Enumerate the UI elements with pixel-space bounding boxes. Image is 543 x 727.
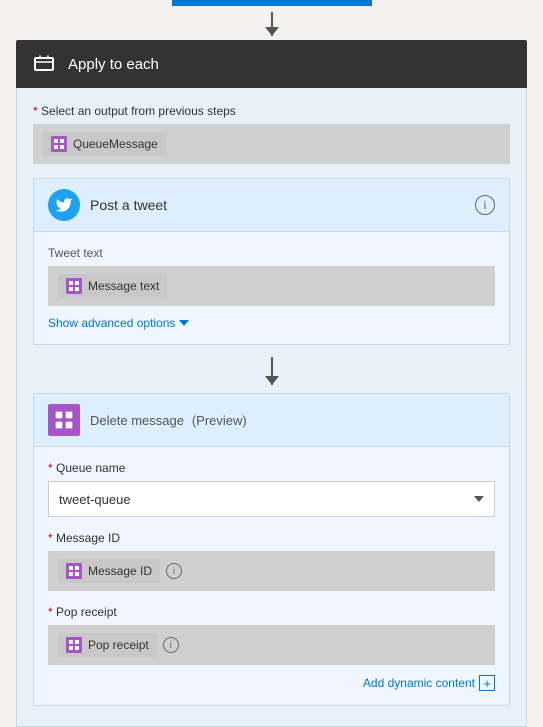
queue-message-label: QueueMessage [73, 137, 158, 151]
pop-receipt-info-icon[interactable]: i [163, 637, 179, 653]
queue-name-value: tweet-queue [59, 492, 131, 507]
select-output-field: Select an output from previous steps Que… [33, 104, 510, 164]
post-tweet-title: Post a tweet [90, 197, 475, 213]
apply-to-each-header[interactable]: Apply to each [16, 40, 527, 88]
pop-receipt-storage-icon [66, 637, 82, 653]
chevron-down-icon [179, 320, 189, 326]
post-tweet-body: Tweet text Message tex [34, 232, 509, 344]
add-dynamic-label: Add dynamic content [363, 676, 475, 690]
show-advanced-label: Show advanced options [48, 316, 175, 330]
pop-receipt-token-label: Pop receipt [88, 638, 149, 652]
apply-to-each-label: Apply to each [68, 56, 159, 73]
tweet-text-label: Tweet text [48, 246, 495, 260]
message-id-token-label: Message ID [88, 564, 152, 578]
message-id-input[interactable]: Message ID i [48, 551, 495, 591]
message-text-label: Message text [88, 279, 159, 293]
post-tweet-card: Post a tweet i Tweet text [33, 178, 510, 345]
message-id-token: Message ID [58, 559, 160, 583]
select-output-label: Select an output from previous steps [33, 104, 510, 118]
pop-receipt-token-group: Pop receipt i [58, 633, 179, 657]
pop-receipt-input[interactable]: Pop receipt i [48, 625, 495, 665]
message-id-token-group: Message ID i [58, 559, 182, 583]
tweet-text-input[interactable]: Message text [48, 266, 495, 306]
message-id-label: Message ID [48, 531, 495, 545]
queue-message-token-input[interactable]: QueueMessage [33, 124, 510, 164]
dropdown-chevron-icon [474, 496, 484, 502]
delete-message-title: Delete message (Preview) [90, 412, 247, 428]
delete-message-header[interactable]: Delete message (Preview) [34, 394, 509, 447]
pop-receipt-token: Pop receipt [58, 633, 157, 657]
delete-storage-icon [48, 404, 80, 436]
pop-receipt-label: Pop receipt [48, 605, 495, 619]
apply-to-each-body: Select an output from previous steps Que… [16, 88, 527, 727]
delete-message-card: Delete message (Preview) Queue name twee… [33, 393, 510, 706]
delete-message-body: Queue name tweet-queue Message ID [34, 447, 509, 705]
apply-to-each-section: Apply to each Select an output from prev… [16, 40, 527, 727]
pop-receipt-field: Pop receipt [48, 605, 495, 665]
plus-icon: + [479, 675, 495, 691]
queue-name-field: Queue name tweet-queue [48, 461, 495, 517]
twitter-icon [48, 189, 80, 221]
storage-icon [51, 136, 67, 152]
post-tweet-info-icon[interactable]: i [475, 195, 495, 215]
add-dynamic-content-button[interactable]: Add dynamic content + [48, 675, 495, 691]
message-id-field: Message ID [48, 531, 495, 591]
message-id-storage-icon [66, 563, 82, 579]
arrow-connector [33, 349, 510, 393]
post-tweet-header[interactable]: Post a tweet i [34, 179, 509, 232]
info-label: i [484, 198, 487, 212]
down-arrow-icon [271, 357, 273, 385]
show-advanced-button[interactable]: Show advanced options [48, 316, 189, 330]
message-text-token: Message text [58, 274, 167, 298]
queue-message-token: QueueMessage [43, 132, 166, 156]
queue-name-label: Queue name [48, 461, 495, 475]
message-storage-icon [66, 278, 82, 294]
loop-icon [30, 50, 58, 78]
queue-name-dropdown[interactable]: tweet-queue [48, 481, 495, 517]
message-id-info-icon[interactable]: i [166, 563, 182, 579]
